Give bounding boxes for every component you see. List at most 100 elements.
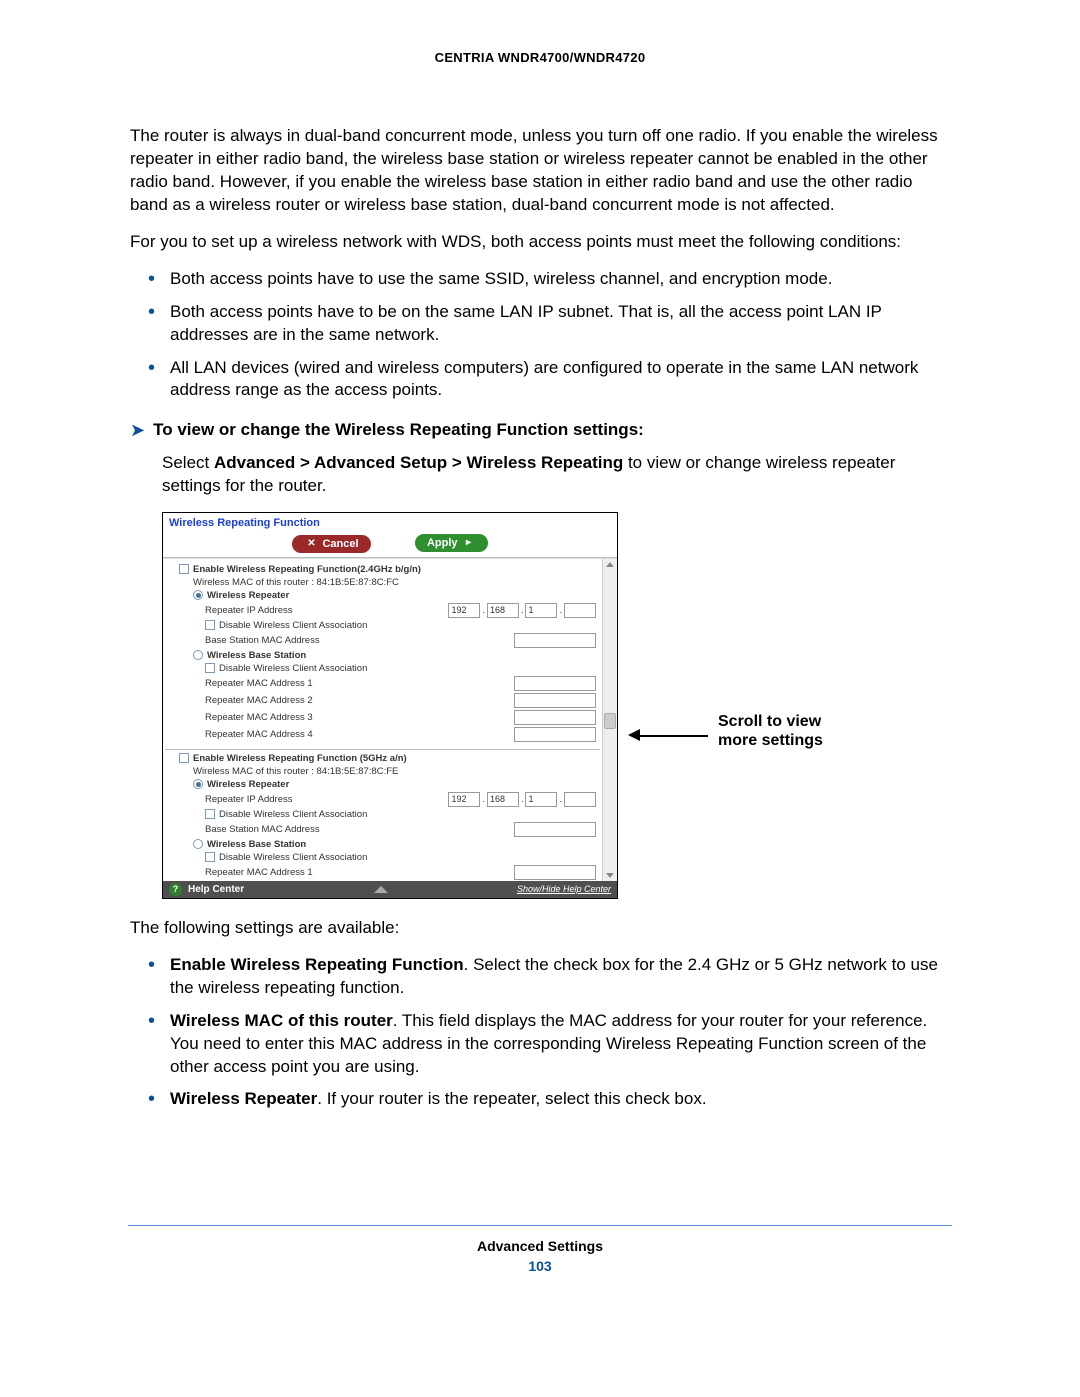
base-mac-24-label: Base Station MAC Address: [205, 635, 514, 646]
repeater-24-label: Wireless Repeater: [207, 590, 596, 601]
base-mac-24-row: Base Station MAC Address: [165, 632, 600, 649]
repeater-5-row[interactable]: Wireless Repeater: [165, 778, 600, 791]
apply-label: Apply: [427, 535, 458, 551]
enable-24ghz-label: Enable Wireless Repeating Function(2.4GH…: [193, 564, 596, 575]
list-item: Enable Wireless Repeating Function. Sele…: [162, 954, 950, 1000]
close-icon: ✕: [304, 536, 318, 552]
list-item: Wireless Repeater. If your router is the…: [162, 1088, 950, 1111]
setting-name: Wireless MAC of this router: [170, 1011, 393, 1030]
list-item: All LAN devices (wired and wireless comp…: [162, 357, 950, 403]
scrollbar-thumb[interactable]: [604, 713, 616, 729]
repeater-24-row[interactable]: Wireless Repeater: [165, 589, 600, 602]
radio-icon[interactable]: [193, 590, 203, 600]
caret-up-icon[interactable]: [374, 886, 388, 893]
settings-list: Enable Wireless Repeating Function. Sele…: [130, 954, 950, 1112]
rmac-input[interactable]: [514, 727, 596, 742]
radio-icon[interactable]: [193, 650, 203, 660]
ip-octet-4[interactable]: [564, 792, 596, 807]
checkbox-icon[interactable]: [205, 809, 215, 819]
procedure-heading: ➤ To view or change the Wireless Repeati…: [130, 420, 950, 442]
panel-title: Wireless Repeating Function: [163, 513, 617, 531]
enable-24ghz-row[interactable]: Enable Wireless Repeating Function(2.4GH…: [165, 563, 600, 576]
cancel-label: Cancel: [322, 536, 358, 552]
ip-input-group[interactable]: 192. 168. 1.: [448, 603, 596, 618]
repeater-ip-24-row: Repeater IP Address 192. 168. 1.: [165, 602, 600, 619]
paragraph-2: For you to set up a wireless network wit…: [130, 231, 950, 254]
disable-assoc2-5-label: Disable Wireless Client Association: [219, 852, 596, 863]
rmac-input[interactable]: [514, 693, 596, 708]
checkbox-icon[interactable]: [205, 663, 215, 673]
ip-octet-3[interactable]: 1: [525, 792, 557, 807]
disable-assoc2-5-row[interactable]: Disable Wireless Client Association: [165, 851, 600, 864]
base-mac-5-label: Base Station MAC Address: [205, 824, 514, 835]
base-station-5-label: Wireless Base Station: [207, 839, 596, 850]
ip-input-group[interactable]: 192. 168. 1.: [448, 792, 596, 807]
mac-24-row: Wireless MAC of this router : 84:1B:5E:8…: [165, 576, 600, 589]
disable-assoc-5-row[interactable]: Disable Wireless Client Association: [165, 808, 600, 821]
rmac3-24-row: Repeater MAC Address 3: [165, 709, 600, 726]
scrollbar[interactable]: [602, 559, 617, 881]
paragraph-3: The following settings are available:: [130, 917, 950, 940]
disable-assoc-24-row[interactable]: Disable Wireless Client Association: [165, 619, 600, 632]
rmac-label: Repeater MAC Address 4: [205, 729, 514, 740]
base-mac-5-row: Base Station MAC Address: [165, 821, 600, 838]
rmac-label: Repeater MAC Address 1: [205, 867, 514, 878]
base-mac-24-input[interactable]: [514, 633, 596, 648]
ip-octet-1[interactable]: 192: [448, 792, 480, 807]
router-admin-panel: Wireless Repeating Function ✕ Cancel App…: [162, 512, 618, 899]
help-bar: ? Help Center Show/Hide Help Center: [163, 881, 617, 898]
footer-section-name: Advanced Settings: [0, 1238, 1080, 1254]
checkbox-icon[interactable]: [205, 620, 215, 630]
button-bar: ✕ Cancel Apply ▸: [163, 531, 617, 558]
ip-octet-3[interactable]: 1: [525, 603, 557, 618]
checkbox-icon[interactable]: [205, 852, 215, 862]
screenshot-figure: Wireless Repeating Function ✕ Cancel App…: [162, 512, 950, 899]
rmac4-24-row: Repeater MAC Address 4: [165, 726, 600, 743]
list-item: Both access points have to be on the sam…: [162, 301, 950, 347]
callout-text: Scroll to view more settings: [718, 712, 848, 750]
text-pre: Select: [162, 453, 214, 472]
disable-assoc2-24-row[interactable]: Disable Wireless Client Association: [165, 662, 600, 675]
rmac1-24-row: Repeater MAC Address 1: [165, 675, 600, 692]
nav-path: Advanced > Advanced Setup > Wireless Rep…: [214, 453, 623, 472]
disable-assoc-24-label: Disable Wireless Client Association: [219, 620, 596, 631]
enable-5ghz-row[interactable]: Enable Wireless Repeating Function (5GHz…: [165, 752, 600, 765]
checkbox-icon[interactable]: [179, 564, 189, 574]
mac-5-label: Wireless MAC of this router : 84:1B:5E:8…: [193, 766, 596, 777]
base-station-5-row[interactable]: Wireless Base Station: [165, 838, 600, 851]
checkbox-icon[interactable]: [179, 753, 189, 763]
page-number: 103: [0, 1258, 1080, 1274]
rmac-input[interactable]: [514, 676, 596, 691]
setting-name: Enable Wireless Repeating Function: [170, 955, 464, 974]
rmac-label: Repeater MAC Address 3: [205, 712, 514, 723]
base-station-24-row[interactable]: Wireless Base Station: [165, 649, 600, 662]
base-mac-5-input[interactable]: [514, 822, 596, 837]
disable-assoc2-24-label: Disable Wireless Client Association: [219, 663, 596, 674]
repeater-ip-5-row: Repeater IP Address 192. 168. 1.: [165, 791, 600, 808]
apply-button[interactable]: Apply ▸: [415, 534, 488, 552]
mac-5-row: Wireless MAC of this router : 84:1B:5E:8…: [165, 765, 600, 778]
radio-icon[interactable]: [193, 779, 203, 789]
ip-octet-1[interactable]: 192: [448, 603, 480, 618]
rmac-label: Repeater MAC Address 1: [205, 678, 514, 689]
rmac-input[interactable]: [514, 710, 596, 725]
ip-octet-2[interactable]: 168: [487, 792, 519, 807]
rmac-input[interactable]: [514, 865, 596, 880]
conditions-list: Both access points have to use the same …: [130, 268, 950, 403]
procedure-step: Select Advanced > Advanced Setup > Wirel…: [130, 452, 950, 498]
radio-icon[interactable]: [193, 839, 203, 849]
list-item: Both access points have to use the same …: [162, 268, 950, 291]
doc-header: CENTRIA WNDR4700/WNDR4720: [130, 50, 950, 65]
cancel-button[interactable]: ✕ Cancel: [292, 535, 370, 553]
repeater-ip-5-label: Repeater IP Address: [205, 794, 448, 805]
show-hide-help-link[interactable]: Show/Hide Help Center: [517, 884, 611, 894]
mac-24-label: Wireless MAC of this router : 84:1B:5E:8…: [193, 577, 596, 588]
ip-octet-4[interactable]: [564, 603, 596, 618]
list-item: Wireless MAC of this router. This field …: [162, 1010, 950, 1079]
rmac-label: Repeater MAC Address 2: [205, 695, 514, 706]
procedure-title: To view or change the Wireless Repeating…: [153, 420, 644, 440]
play-icon: ▸: [462, 535, 476, 551]
section-divider: [165, 749, 600, 750]
help-icon[interactable]: ?: [169, 883, 182, 896]
ip-octet-2[interactable]: 168: [487, 603, 519, 618]
